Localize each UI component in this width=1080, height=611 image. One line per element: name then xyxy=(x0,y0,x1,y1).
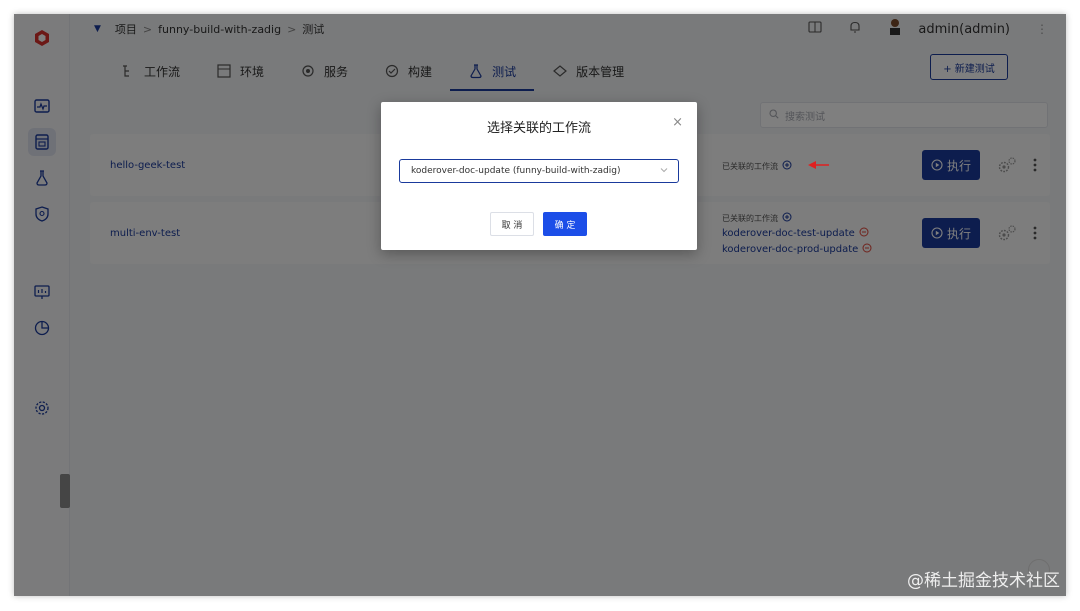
watermark: @稀土掘金技术社区 xyxy=(907,571,1060,591)
chevron-down-icon xyxy=(660,168,668,173)
confirm-button[interactable]: 确 定 xyxy=(543,212,587,236)
link-workflow-dialog: 选择关联的工作流 × koderover-doc-update (funny-b… xyxy=(381,102,697,250)
dialog-title: 选择关联的工作流 xyxy=(486,121,591,136)
annotation-arrow-icon xyxy=(808,161,829,169)
workflow-select-value: koderover-doc-update (funny-build-with-z… xyxy=(411,166,621,176)
close-icon[interactable]: × xyxy=(672,115,683,130)
app-window: ▼ 项目 > funny-build-with-zadig > 测试 admin… xyxy=(14,14,1066,596)
cancel-button[interactable]: 取 消 xyxy=(490,212,534,236)
workflow-select[interactable]: koderover-doc-update (funny-build-with-z… xyxy=(399,159,679,183)
